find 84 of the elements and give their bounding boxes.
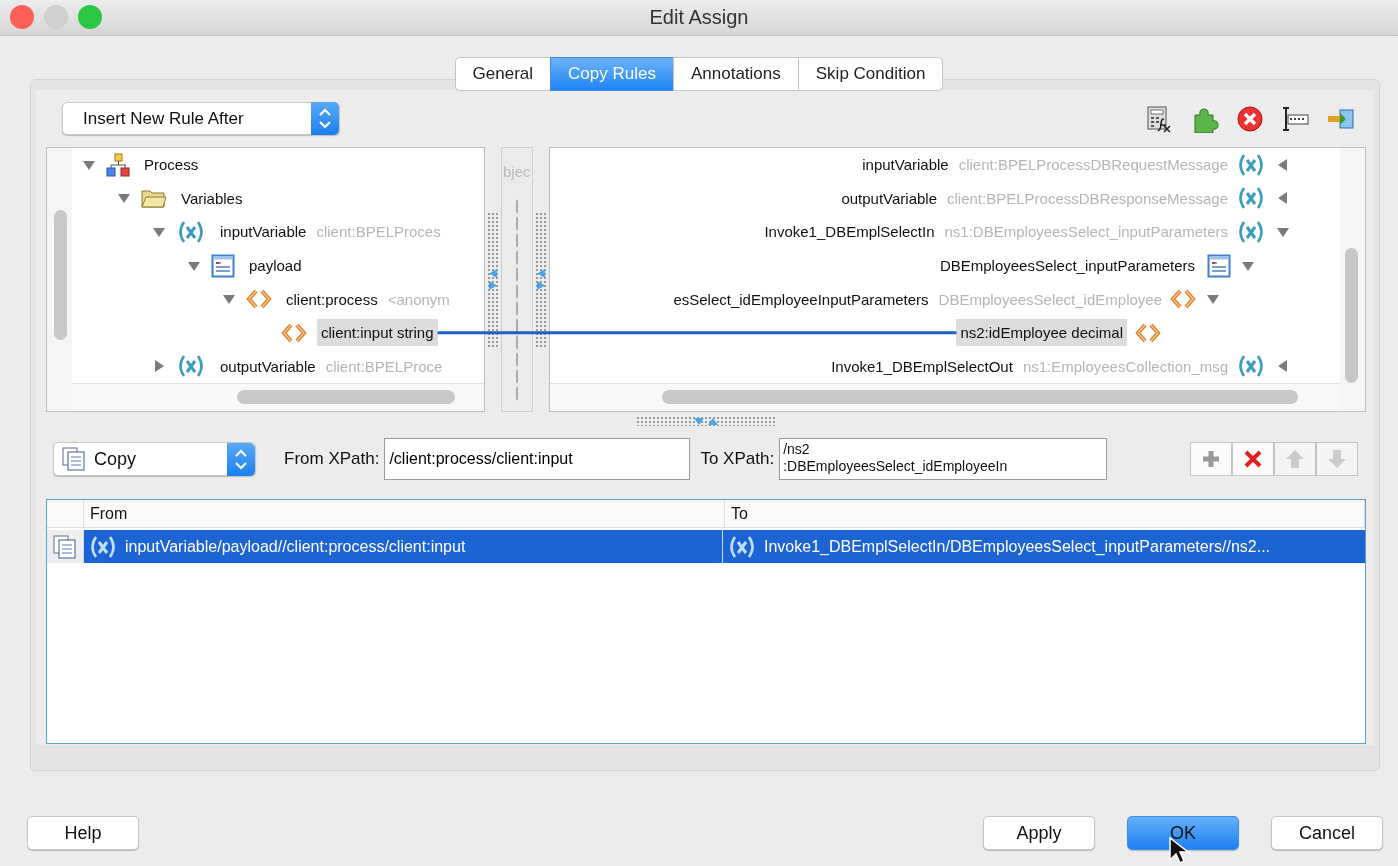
variable-icon	[88, 534, 118, 559]
up-arrow-icon	[1284, 448, 1306, 470]
delete-icon[interactable]	[1236, 104, 1264, 133]
column-header[interactable]: From	[84, 500, 725, 527]
down-arrow-icon	[1326, 448, 1348, 470]
node-type-text: ns1:EmployeesCollection_msg	[1022, 357, 1228, 375]
table-cell: inputVariable/payload//client:process/client:input	[83, 530, 722, 563]
add-icon	[1200, 448, 1222, 470]
field-label: From XPath:	[284, 449, 380, 469]
collapse-arrows-icon[interactable]	[692, 415, 720, 426]
chevrons-icon	[1170, 288, 1196, 311]
copy-icon	[62, 447, 86, 471]
collapsed-arrow-icon[interactable]	[1276, 191, 1290, 206]
tree-node-label[interactable]: DBEmployeesSelect_inputParameters	[935, 252, 1199, 280]
node-type-text: client:BPELProces	[316, 223, 441, 241]
calculator-icon[interactable]	[1146, 104, 1174, 133]
tree-node-label[interactable]: esSelect_idEmployeeInputParameters	[669, 285, 933, 313]
window-title: Edit Assign	[649, 6, 749, 29]
dialog-button[interactable]: Cancel	[1271, 816, 1383, 850]
scrollbar-thumb[interactable]	[662, 390, 1298, 404]
tree-node-label[interactable]: ns2:idEmployee decimal	[956, 319, 1127, 347]
node-type-text: DBEmployeesSelect_idEmployee	[938, 290, 1162, 308]
variable-icon	[1236, 186, 1266, 211]
document-icon	[1207, 253, 1231, 278]
scrollbar-thumb[interactable]	[237, 390, 455, 404]
up-down-arrows-icon	[227, 442, 255, 476]
collapse-arrows-icon[interactable]	[536, 267, 546, 292]
variable-icon	[1236, 220, 1266, 244]
tab[interactable]: General	[454, 57, 551, 91]
variable-icon	[1236, 354, 1266, 379]
variable-icon	[176, 354, 206, 379]
node-type-text: ns1:DBEmployeesSelect_inputParameters	[944, 223, 1228, 241]
rule-position-dropdown[interactable]: Insert New Rule After	[62, 102, 340, 135]
from-xpath-field[interactable]: /client:process/client:input	[384, 438, 691, 480]
table-cell: Invoke1_DBEmplSelectIn/DBEmployeesSelect_inputParameters//ns2...	[722, 530, 1365, 563]
node-type-text: <anonym	[387, 290, 450, 308]
tree-node-label[interactable]: Variables	[177, 184, 247, 212]
collapsed-arrow-icon[interactable]	[1276, 157, 1290, 172]
close-window-button[interactable]	[10, 5, 34, 29]
variable-icon	[176, 220, 206, 244]
tab[interactable]: Skip Condition	[797, 57, 944, 91]
operation-dropdown[interactable]: Copy	[53, 442, 256, 476]
chevrons-icon	[1135, 321, 1161, 344]
delete-icon	[1242, 448, 1264, 470]
tree-node-label[interactable]: outputVariable	[837, 184, 941, 212]
tree-node-label[interactable]: client:input string	[317, 319, 438, 347]
tree-node-label[interactable]: inputVariable	[216, 218, 311, 246]
tree-node-label[interactable]: client:process	[282, 285, 382, 313]
chevrons-icon	[246, 288, 272, 311]
add-rule-button[interactable]	[1190, 442, 1232, 476]
document-icon	[211, 253, 235, 278]
chevrons-icon	[281, 321, 307, 344]
scrollbar-thumb[interactable]	[1345, 248, 1358, 383]
tree-node-label[interactable]: inputVariable	[858, 151, 953, 179]
scrollbar-thumb[interactable]	[54, 210, 67, 340]
copy-icon	[53, 534, 77, 559]
text-field-icon[interactable]	[1281, 104, 1309, 133]
to-xpath-field[interactable]: /ns2 :DBEmployeesSelect_idEmployeeIn	[779, 438, 1108, 480]
field-label: To XPath:	[700, 449, 775, 469]
expanded-arrow-icon[interactable]	[1276, 225, 1290, 239]
node-type-text: client:BPELProce	[325, 357, 443, 375]
variable-icon	[727, 534, 757, 559]
variable-icon	[1236, 152, 1266, 177]
column-header[interactable]: To	[725, 500, 1365, 527]
tree-node-label[interactable]: Invoke1_DBEmplSelectOut	[827, 352, 1017, 380]
delete-rule-button[interactable]	[1232, 442, 1274, 476]
expanded-arrow-icon[interactable]	[152, 225, 166, 239]
tree-node-label[interactable]: outputVariable	[216, 352, 320, 380]
help-button[interactable]: Help	[27, 816, 139, 850]
collapse-arrows-icon[interactable]	[488, 267, 498, 292]
collapsed-arrow-icon[interactable]	[1276, 359, 1290, 374]
tree-node-label[interactable]: payload	[245, 252, 306, 280]
collapsed-arrow-icon[interactable]	[152, 359, 166, 374]
table-row[interactable]: inputVariable/payload//client:process/client:input Invoke1_DBEmplSelectIn/DBEmployeesSelect_inputParameters//ns2...	[47, 530, 1365, 563]
tab[interactable]: Annotations	[672, 57, 798, 91]
up-down-arrows-icon	[311, 102, 339, 135]
dialog-button[interactable]: OK	[1127, 816, 1239, 850]
hierarchy-icon	[106, 152, 130, 177]
folder-icon	[141, 187, 167, 210]
dialog-button[interactable]: Apply	[983, 816, 1095, 850]
tree-node-label[interactable]: Invoke1_DBEmplSelectIn	[760, 218, 939, 246]
node-type-text: client:BPELProcessDBResponseMessage	[947, 189, 1228, 207]
node-type-text: client:BPELProcessDBRequestMessage	[958, 156, 1228, 174]
tree-node-label[interactable]: Process	[140, 151, 203, 179]
